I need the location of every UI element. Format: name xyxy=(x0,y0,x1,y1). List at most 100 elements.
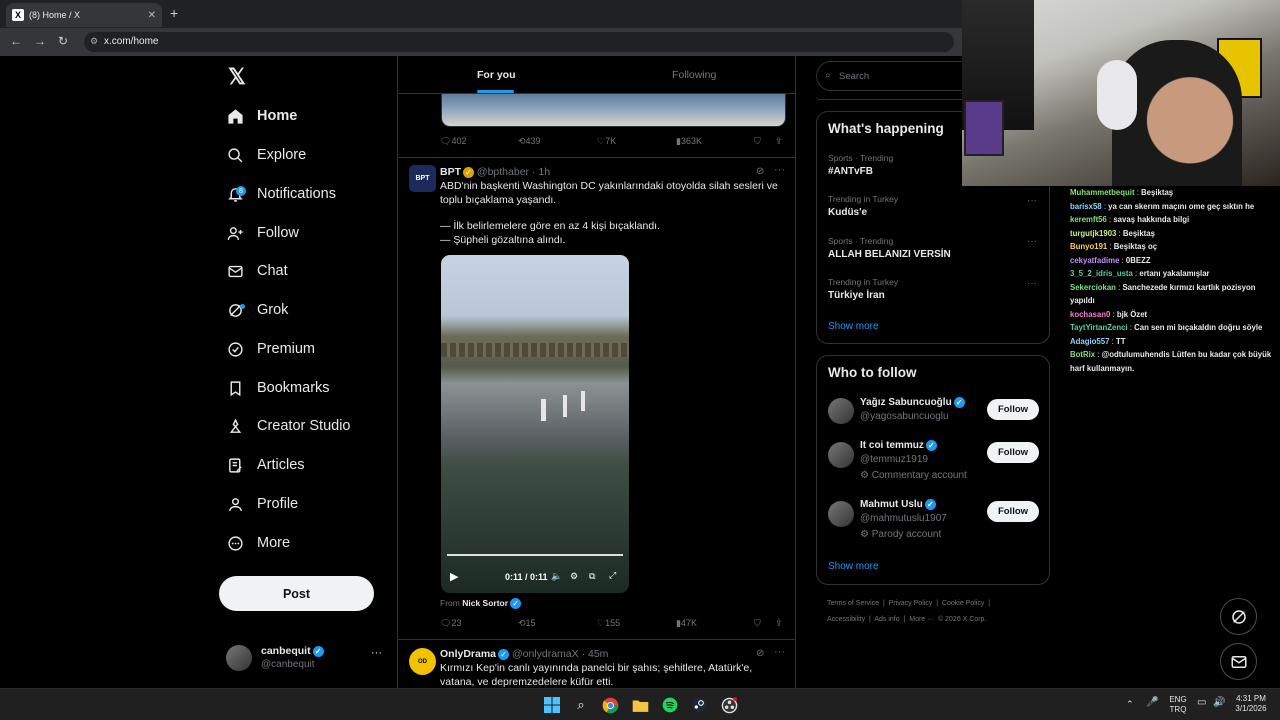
nav-notifications[interactable]: 8 Notifications xyxy=(226,179,336,209)
nav-bookmarks[interactable]: Bookmarks xyxy=(226,373,330,403)
tweet-video[interactable]: ▶ 0:11 / 0:11 🔈 ⚙ ⧉ ⤢ xyxy=(441,255,629,593)
steam-icon[interactable] xyxy=(689,695,709,715)
nav-articles[interactable]: Articles xyxy=(226,450,305,480)
attribution-name[interactable]: Nick Sortor xyxy=(462,598,508,608)
language-switcher[interactable]: ENG TRQ xyxy=(1166,695,1190,715)
follow-button[interactable]: Follow xyxy=(987,399,1039,420)
tray-chevron-icon[interactable]: ⌃ xyxy=(1126,699,1134,709)
obs-icon[interactable] xyxy=(719,695,739,715)
more-dots-icon[interactable]: ··· xyxy=(774,646,785,658)
pip-icon[interactable]: ⧉ xyxy=(589,571,595,582)
network-icon[interactable]: ▭ xyxy=(1197,698,1206,708)
tweet-avatar[interactable]: OD xyxy=(409,648,436,675)
tweet-author-handle[interactable]: @onlydramaX xyxy=(512,648,579,660)
nav-chat[interactable]: Chat xyxy=(226,256,288,286)
more-dots-icon[interactable]: ··· xyxy=(774,164,785,176)
tweet-time[interactable]: · 1h xyxy=(532,166,550,178)
views-button[interactable]: ▮ 363K xyxy=(676,136,702,147)
nav-explore[interactable]: Explore xyxy=(226,140,306,170)
bookmark-icon[interactable]: ⛉ xyxy=(754,136,761,147)
nav-premium[interactable]: Premium xyxy=(226,334,315,364)
microphone-icon[interactable]: 🎤 xyxy=(1146,698,1158,708)
close-tab-icon[interactable]: ✕ xyxy=(148,10,156,21)
trend-name[interactable]: Türkiye İran xyxy=(828,290,885,301)
chat-message: Sekerciokan : Sanchezede kırmızı kartlık… xyxy=(1070,282,1256,306)
more-dots-icon[interactable]: ··· xyxy=(1027,278,1037,289)
trend-context: Sports · Trending xyxy=(828,236,894,246)
url-field[interactable]: ⚙ x.com/home xyxy=(84,32,954,52)
fullscreen-icon[interactable]: ⤢ xyxy=(609,570,616,581)
tab-for-you[interactable]: For you xyxy=(477,69,516,81)
show-more-link[interactable]: Show more xyxy=(828,321,879,332)
footer-link[interactable]: Ads info xyxy=(874,616,899,623)
avatar[interactable] xyxy=(828,501,854,527)
more-dots-icon[interactable]: ··· xyxy=(1027,236,1037,247)
nav-follow[interactable]: Follow xyxy=(226,218,299,248)
post-button[interactable]: Post xyxy=(219,576,374,611)
messages-fab[interactable] xyxy=(1220,643,1257,680)
wtf-row[interactable]: It coi temmuz ✓ xyxy=(860,440,937,451)
avatar[interactable] xyxy=(828,442,854,468)
back-icon[interactable]: ← xyxy=(10,34,22,48)
url-text: x.com/home xyxy=(104,36,159,47)
views-button[interactable]: ▮ 47K xyxy=(676,618,697,629)
reply-button[interactable]: 🗨 402 xyxy=(440,136,466,147)
nav-home[interactable]: Home xyxy=(226,101,297,131)
follow-button[interactable]: Follow xyxy=(987,501,1039,522)
avatar[interactable] xyxy=(828,398,854,424)
grok-fab[interactable] xyxy=(1220,598,1257,635)
trend-name[interactable]: ALLAH BELANIZI VERSİN xyxy=(828,249,951,260)
footer-link[interactable]: Terms of Service xyxy=(827,600,879,607)
clock[interactable]: 4:31 PM 3/1/2026 xyxy=(1232,694,1270,714)
browser-tab[interactable]: X (8) Home / X ✕ xyxy=(6,3,162,27)
tweet-author-name[interactable]: BPT xyxy=(440,166,461,178)
folder-icon[interactable] xyxy=(630,695,650,715)
more-dots-icon[interactable]: ··· xyxy=(371,647,382,659)
tweet-author-name[interactable]: OnlyDrama xyxy=(440,648,496,660)
footer-link[interactable]: Privacy Policy xyxy=(889,600,933,607)
footer-link[interactable]: Cookie Policy xyxy=(942,600,984,607)
tweet-avatar[interactable]: BPT xyxy=(409,165,436,192)
reload-icon[interactable]: ↻ xyxy=(58,34,68,48)
wtf-row[interactable]: Mahmut Uslu ✓ xyxy=(860,499,936,510)
new-tab-icon[interactable]: + xyxy=(170,5,178,21)
repost-button[interactable]: ⟲ 439 xyxy=(518,136,541,147)
like-button[interactable]: ♡ 155 xyxy=(597,618,620,629)
footer-link[interactable]: Accessibility xyxy=(827,616,865,623)
account-switcher[interactable]: canbequit ✓ @canbequit ··· xyxy=(226,642,390,674)
x-logo-icon[interactable]: 𝕏 xyxy=(228,64,246,90)
more-dots-icon[interactable]: ··· xyxy=(1027,195,1037,206)
tab-following[interactable]: Following xyxy=(672,69,716,81)
nav-profile[interactable]: Profile xyxy=(226,489,298,519)
share-icon[interactable]: ⇪ xyxy=(775,136,783,147)
footer-link[interactable]: More ··· xyxy=(909,616,934,623)
tweet-author-handle[interactable]: @bpthaber xyxy=(477,166,529,178)
settings-icon[interactable]: ⚙ xyxy=(570,571,578,582)
grok-analyze-icon[interactable]: ⊘ xyxy=(756,648,764,659)
reply-button[interactable]: 🗨 23 xyxy=(440,618,461,629)
play-icon[interactable]: ▶ xyxy=(450,570,458,583)
trend-name[interactable]: #ANTvFB xyxy=(828,166,873,177)
video-progress-bar[interactable] xyxy=(447,554,623,556)
follow-button[interactable]: Follow xyxy=(987,442,1039,463)
chrome-icon[interactable] xyxy=(600,695,620,715)
like-button[interactable]: ♡ 7K xyxy=(597,136,616,147)
grok-analyze-icon[interactable]: ⊘ xyxy=(756,166,764,177)
tweet-time[interactable]: · 45m xyxy=(582,648,609,660)
show-more-link[interactable]: Show more xyxy=(828,561,879,572)
wtf-row[interactable]: Yağız Sabuncuoğlu ✓ xyxy=(860,397,965,408)
search-icon[interactable]: ⌕ xyxy=(571,695,591,715)
nav-grok[interactable]: Grok xyxy=(226,295,288,325)
nav-more[interactable]: More xyxy=(226,528,290,558)
bookmark-icon[interactable]: ⛉ xyxy=(754,618,761,629)
volume-icon[interactable]: 🔊 xyxy=(1213,698,1225,708)
volume-icon[interactable]: 🔈 xyxy=(551,571,562,582)
repost-button[interactable]: ⟲ 15 xyxy=(518,618,536,629)
windows-start-icon[interactable] xyxy=(542,695,562,715)
share-icon[interactable]: ⇪ xyxy=(775,618,783,629)
forward-icon[interactable]: → xyxy=(34,34,46,48)
trend-name[interactable]: Kudüs'e xyxy=(828,207,867,218)
nav-creator-studio[interactable]: Creator Studio xyxy=(226,411,351,441)
site-info-icon[interactable]: ⚙ xyxy=(90,36,98,47)
spotify-icon[interactable] xyxy=(660,695,680,715)
